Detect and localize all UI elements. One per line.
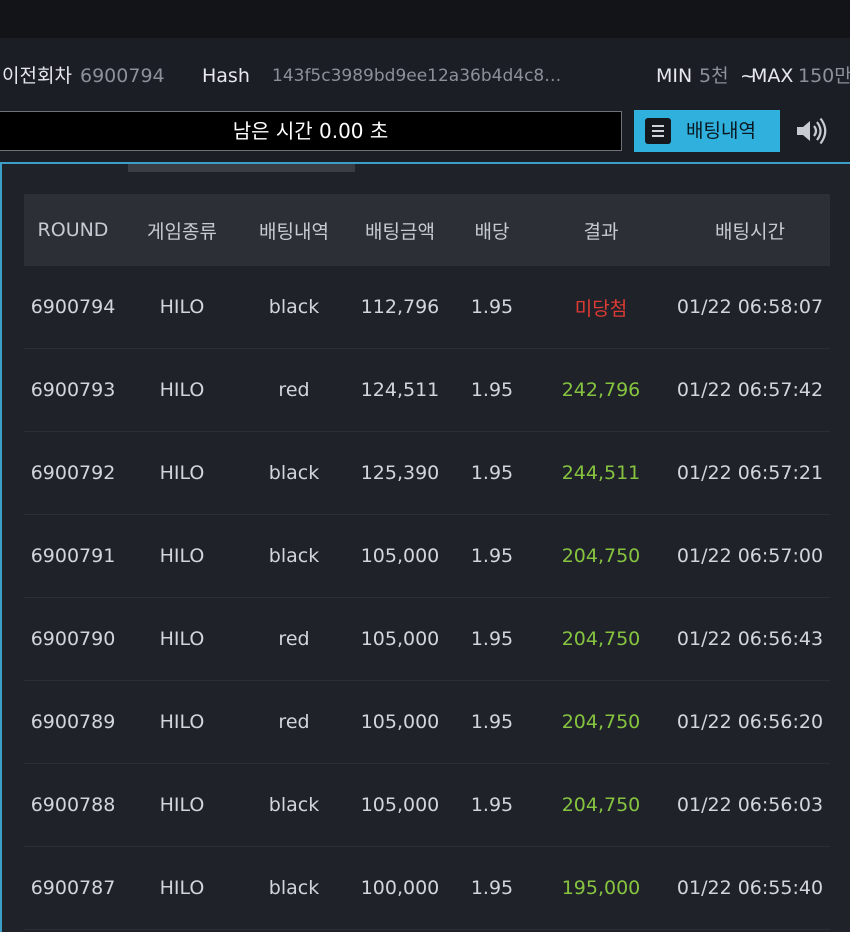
amount-cell: 124,511 — [360, 379, 440, 401]
round-cell: 6900789 — [30, 711, 116, 733]
odds-cell: 1.95 — [470, 462, 514, 484]
bet-choice-cell: black — [268, 545, 320, 567]
round-cell: 6900793 — [30, 379, 116, 401]
result-cell: 204,750 — [561, 711, 641, 733]
page: 이전회차 6900794 Hash 143f5c3989bd9ee12a36b4… — [0, 0, 850, 932]
round-cell: 6900788 — [30, 794, 116, 816]
min-bet-label: MIN — [656, 65, 693, 87]
bet-choice-cell: black — [268, 877, 320, 899]
result-cell: 195,000 — [561, 877, 641, 899]
game-cell: HILO — [159, 877, 205, 899]
previous-round-value: 6900794 — [80, 65, 165, 87]
list-icon — [645, 118, 671, 144]
hash-value: 143f5c3989bd9ee12a36b4d4c8… — [272, 66, 562, 86]
result-cell: 204,750 — [561, 628, 641, 650]
bet-history-button-label: 배팅내역 — [686, 120, 756, 142]
table-header: ROUND 게임종류 배팅내역 배팅금액 배당 결과 배팅시간 — [24, 194, 830, 266]
header-bet-choice: 배팅내역 — [259, 220, 329, 243]
bet-choice-cell: black — [268, 296, 320, 318]
bet-choice-cell: black — [268, 462, 320, 484]
game-cell: HILO — [159, 628, 205, 650]
result-cell: 244,511 — [561, 462, 641, 484]
table-row: 6900794 HILO black 112,796 1.95 미당첨 01/2… — [24, 266, 830, 349]
header-result: 결과 — [583, 220, 619, 243]
game-cell: HILO — [159, 379, 205, 401]
bet-choice-cell: red — [278, 711, 310, 733]
round-info-bar: 이전회차 6900794 Hash 143f5c3989bd9ee12a36b4… — [0, 38, 850, 110]
amount-cell: 105,000 — [360, 628, 440, 650]
time-cell: 01/22 06:58:07 — [676, 296, 824, 318]
round-cell: 6900790 — [30, 628, 116, 650]
amount-cell: 125,390 — [360, 462, 440, 484]
result-cell: 204,750 — [561, 794, 641, 816]
bet-choice-cell: black — [268, 794, 320, 816]
header-bet-amount: 배팅금액 — [365, 220, 435, 243]
game-cell: HILO — [159, 462, 205, 484]
time-cell: 01/22 06:56:43 — [676, 628, 824, 650]
table-row: 6900789 HILO red 105,000 1.95 204,750 01… — [24, 681, 830, 764]
odds-cell: 1.95 — [470, 545, 514, 567]
amount-cell: 100,000 — [360, 877, 440, 899]
game-cell: HILO — [159, 545, 205, 567]
result-cell: 242,796 — [561, 379, 641, 401]
header-round: ROUND — [37, 219, 109, 241]
amount-cell: 105,000 — [360, 545, 440, 567]
table-row: 6900788 HILO black 105,000 1.95 204,750 … — [24, 764, 830, 847]
odds-cell: 1.95 — [470, 379, 514, 401]
time-cell: 01/22 06:57:42 — [676, 379, 824, 401]
amount-cell: 105,000 — [360, 794, 440, 816]
odds-cell: 1.95 — [470, 628, 514, 650]
time-cell: 01/22 06:57:21 — [676, 462, 824, 484]
time-cell: 01/22 06:56:20 — [676, 711, 824, 733]
game-cell: HILO — [159, 711, 205, 733]
panel-tab-indicator — [128, 164, 355, 172]
odds-cell: 1.95 — [470, 296, 514, 318]
remaining-time-display: 남은 시간 0.00 초 — [0, 111, 622, 151]
time-cell: 01/22 06:56:03 — [676, 794, 824, 816]
amount-cell: 112,796 — [360, 296, 440, 318]
top-bar — [0, 0, 850, 38]
game-cell: HILO — [159, 296, 205, 318]
time-cell: 01/22 06:57:00 — [676, 545, 824, 567]
game-cell: HILO — [159, 794, 205, 816]
previous-round-label: 이전회차 — [2, 65, 72, 87]
table-row: 6900792 HILO black 125,390 1.95 244,511 … — [24, 432, 830, 515]
header-odds: 배당 — [474, 220, 510, 243]
amount-cell: 105,000 — [360, 711, 440, 733]
hash-label: Hash — [202, 65, 250, 87]
odds-cell: 1.95 — [470, 877, 514, 899]
bet-choice-cell: red — [278, 628, 310, 650]
time-cell: 01/22 06:55:40 — [676, 877, 824, 899]
bet-history-panel: ROUND 게임종류 배팅내역 배팅금액 배당 결과 배팅시간 6900794 … — [0, 162, 850, 932]
header-bet-time: 배팅시간 — [715, 220, 785, 243]
table-row: 6900791 HILO black 105,000 1.95 204,750 … — [24, 515, 830, 598]
min-bet-value: 5천 — [699, 65, 729, 87]
round-cell: 6900794 — [30, 296, 116, 318]
table-row: 6900793 HILO red 124,511 1.95 242,796 01… — [24, 349, 830, 432]
max-bet-label: MAX — [751, 65, 794, 87]
bet-history-button[interactable]: 배팅내역 — [634, 110, 780, 152]
result-cell: 미당첨 — [574, 297, 628, 320]
header-game-type: 게임종류 — [147, 220, 217, 243]
speaker-icon[interactable] — [795, 117, 829, 145]
max-bet-value: 150만 — [798, 65, 850, 87]
result-cell: 204,750 — [561, 545, 641, 567]
table-row: 6900790 HILO red 105,000 1.95 204,750 01… — [24, 598, 830, 681]
round-cell: 6900787 — [30, 877, 116, 899]
round-cell: 6900791 — [30, 545, 116, 567]
odds-cell: 1.95 — [470, 711, 514, 733]
odds-cell: 1.95 — [470, 794, 514, 816]
round-cell: 6900792 — [30, 462, 116, 484]
table-row: 6900787 HILO black 100,000 1.95 195,000 … — [24, 847, 830, 930]
bet-choice-cell: red — [278, 379, 310, 401]
